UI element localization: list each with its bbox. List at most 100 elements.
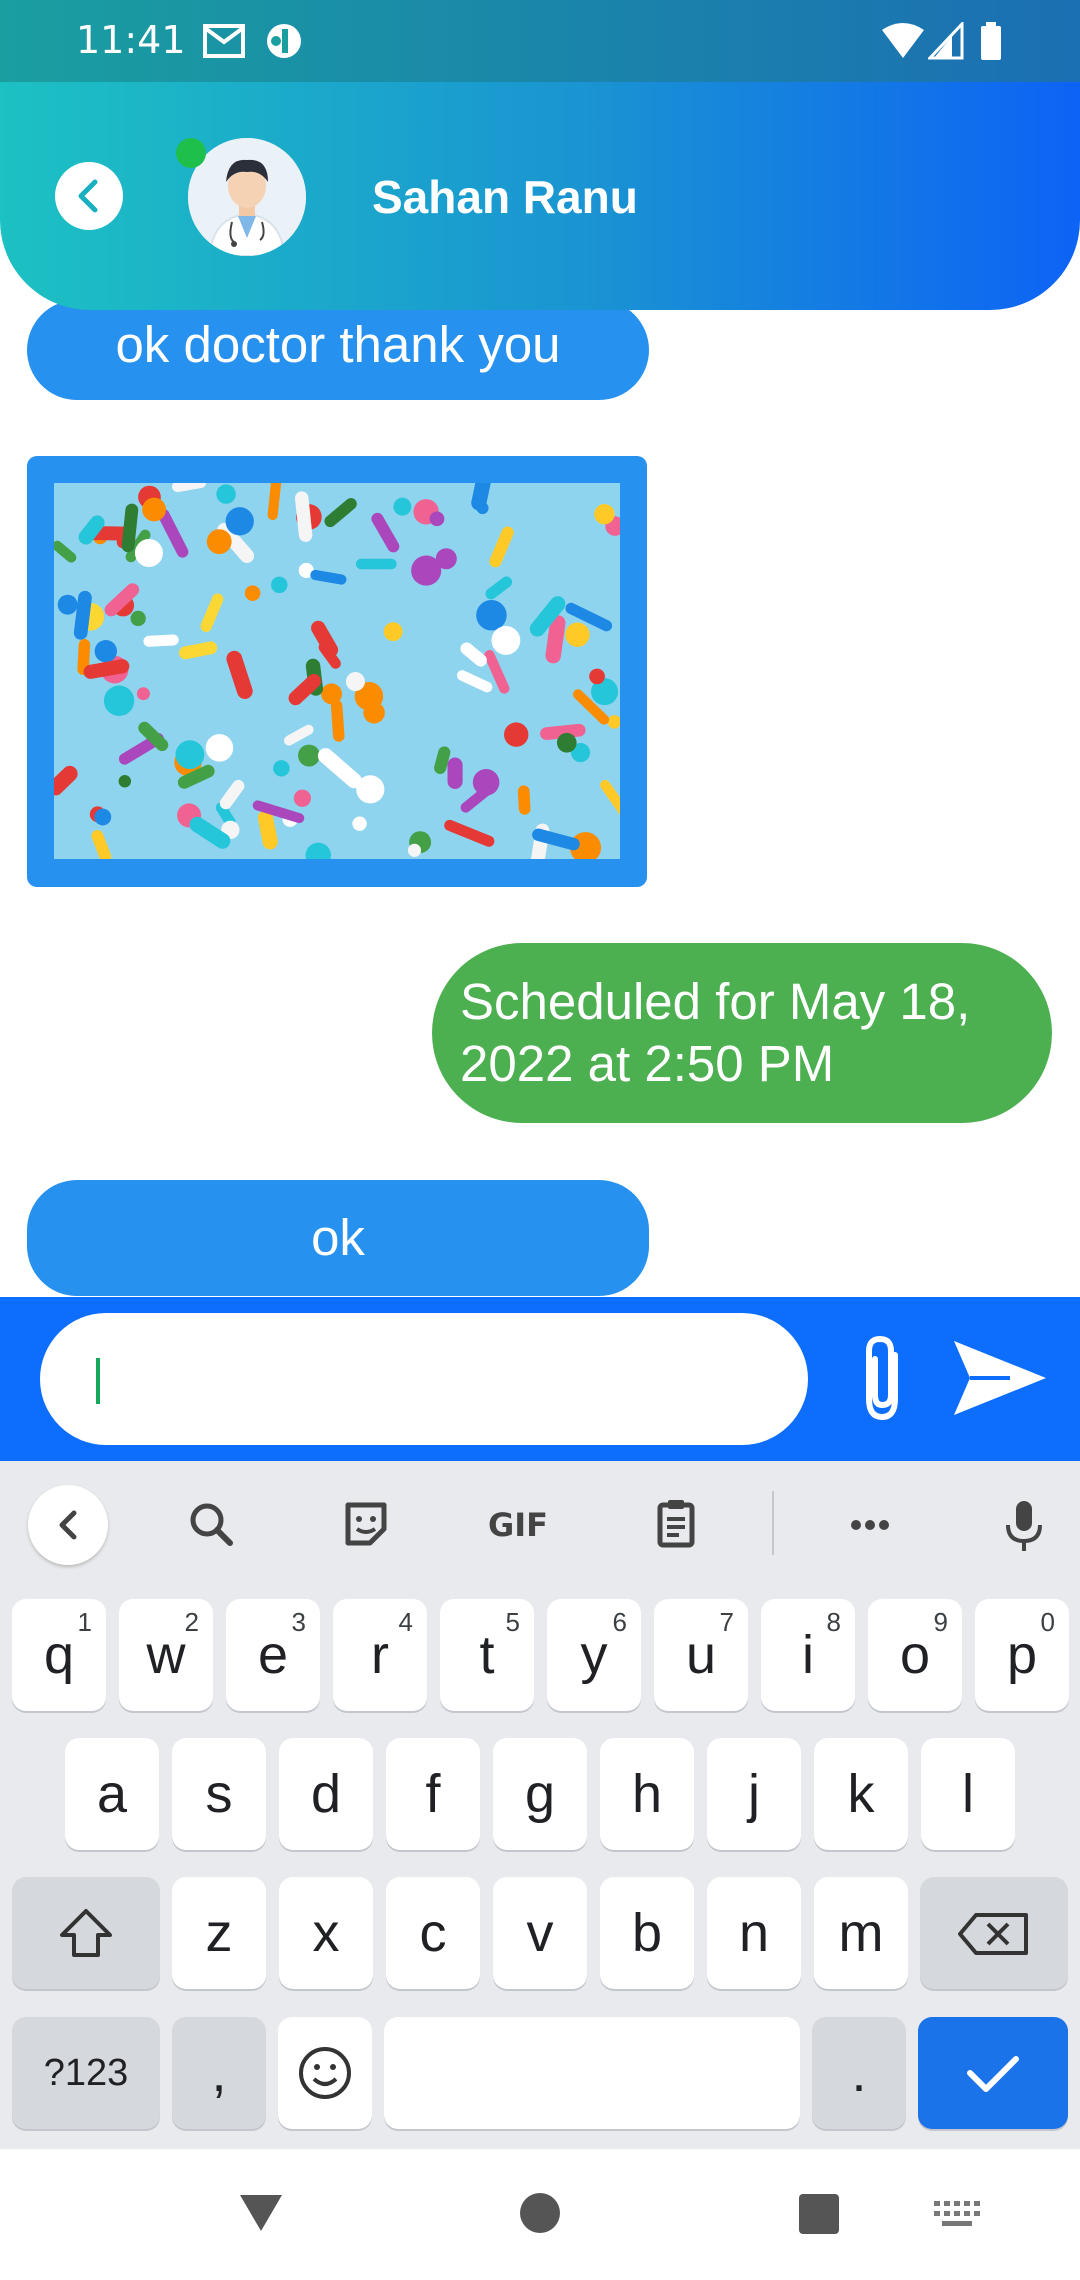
key-c[interactable]: c [386, 1877, 480, 1989]
key-x[interactable]: x [279, 1877, 373, 1989]
pill [206, 529, 232, 555]
key-label: t [479, 1625, 495, 1685]
key-hint: 4 [398, 1607, 413, 1637]
key-label: q [43, 1625, 75, 1685]
key-e[interactable]: e3 [226, 1599, 320, 1711]
key-label: v [526, 1903, 554, 1963]
key-p[interactable]: p0 [975, 1599, 1069, 1711]
space-key[interactable] [384, 2017, 800, 2129]
home-nav-icon[interactable] [518, 2191, 562, 2235]
key-label: a [96, 1764, 128, 1824]
key-u[interactable]: u7 [654, 1599, 748, 1711]
pill [136, 687, 150, 701]
key-hint: 8 [826, 1607, 841, 1637]
key-n[interactable]: n [707, 1877, 801, 1989]
signal-icon [928, 22, 964, 60]
key-s[interactable]: s [172, 1738, 266, 1850]
pill [271, 576, 288, 594]
key-k[interactable]: k [814, 1738, 908, 1850]
enter-key[interactable] [918, 2017, 1068, 2129]
compose-bar [0, 1297, 1080, 1461]
key-z[interactable]: z [172, 1877, 266, 1989]
key-y[interactable]: y6 [547, 1599, 641, 1711]
checkmark-icon [967, 2056, 1019, 2092]
more-options-icon[interactable] [830, 1485, 910, 1565]
key-b[interactable]: b [600, 1877, 694, 1989]
key-j[interactable]: j [707, 1738, 801, 1850]
recents-nav-icon[interactable] [798, 2193, 840, 2235]
pill [57, 594, 78, 615]
key-label: r [371, 1625, 389, 1685]
incoming-message[interactable]: ok doctor thank you [27, 300, 649, 400]
key-v[interactable]: v [493, 1877, 587, 1989]
key-a[interactable]: a [65, 1738, 159, 1850]
outgoing-message[interactable]: Scheduled for May 18, 2022 at 2:50 PM [432, 943, 1052, 1123]
back-nav-icon[interactable] [236, 2191, 286, 2235]
key-label: e [257, 1625, 289, 1685]
incoming-message[interactable]: ok [27, 1180, 649, 1296]
key-label: y [580, 1625, 608, 1685]
pill [589, 668, 605, 685]
key-label: m [838, 1903, 884, 1963]
key-label: c [419, 1903, 447, 1963]
shift-key[interactable] [12, 1877, 160, 1989]
keyboard-switch-icon[interactable] [934, 2201, 980, 2231]
pill [472, 768, 500, 796]
emoji-key[interactable] [278, 2017, 372, 2129]
key-label: k [847, 1764, 875, 1824]
search-icon[interactable] [172, 1485, 252, 1565]
key-label: b [631, 1903, 663, 1963]
backspace-key[interactable] [920, 1877, 1068, 1989]
pill [205, 734, 234, 762]
key-label: u [685, 1625, 717, 1685]
pill [556, 732, 577, 753]
key-hint: 2 [184, 1607, 199, 1637]
pill [244, 585, 261, 601]
key-q[interactable]: q1 [12, 1599, 106, 1711]
key-o[interactable]: o9 [868, 1599, 962, 1711]
chat-header: Sahan Ranu [0, 82, 1080, 310]
pill [134, 538, 163, 568]
app-notification-icon [267, 24, 301, 58]
key-d[interactable]: d [279, 1738, 373, 1850]
key-label: g [524, 1764, 556, 1824]
key-t[interactable]: t5 [440, 1599, 534, 1711]
key-label: i [802, 1625, 814, 1685]
key-m[interactable]: m [814, 1877, 908, 1989]
battery-icon [981, 22, 1001, 60]
pill [94, 640, 117, 663]
gif-button[interactable]: GIF [478, 1485, 558, 1565]
pill [216, 484, 236, 504]
key-l[interactable]: l [921, 1738, 1015, 1850]
send-icon[interactable] [950, 1337, 1050, 1419]
key-i[interactable]: i8 [761, 1599, 855, 1711]
pill [504, 722, 529, 747]
pills-photo [54, 483, 620, 859]
key-label: p [1006, 1625, 1038, 1685]
back-button[interactable] [55, 162, 123, 230]
attach-icon[interactable] [855, 1333, 909, 1423]
key-h[interactable]: h [600, 1738, 694, 1850]
pill [345, 672, 365, 692]
system-nav-bar [0, 2149, 1080, 2280]
pill [94, 808, 112, 826]
comma-key[interactable]: , [172, 2017, 266, 2129]
incoming-image-message[interactable] [27, 456, 647, 887]
sticker-icon[interactable] [326, 1485, 406, 1565]
microphone-icon[interactable] [984, 1485, 1064, 1565]
key-r[interactable]: r4 [333, 1599, 427, 1711]
key-g[interactable]: g [493, 1738, 587, 1850]
symbols-key[interactable]: ?123 [12, 2017, 160, 2129]
key-f[interactable]: f [386, 1738, 480, 1850]
status-time: 11:41 [76, 18, 186, 62]
key-label: j [748, 1764, 760, 1824]
clipboard-icon[interactable] [636, 1485, 716, 1565]
key-w[interactable]: w2 [119, 1599, 213, 1711]
keyboard-collapse-button[interactable] [28, 1485, 108, 1565]
capsule [143, 634, 179, 647]
message-input[interactable] [40, 1313, 808, 1445]
pill [356, 775, 385, 804]
pill [225, 507, 254, 536]
key-hint: 0 [1040, 1607, 1055, 1637]
period-key[interactable]: . [812, 2017, 906, 2129]
